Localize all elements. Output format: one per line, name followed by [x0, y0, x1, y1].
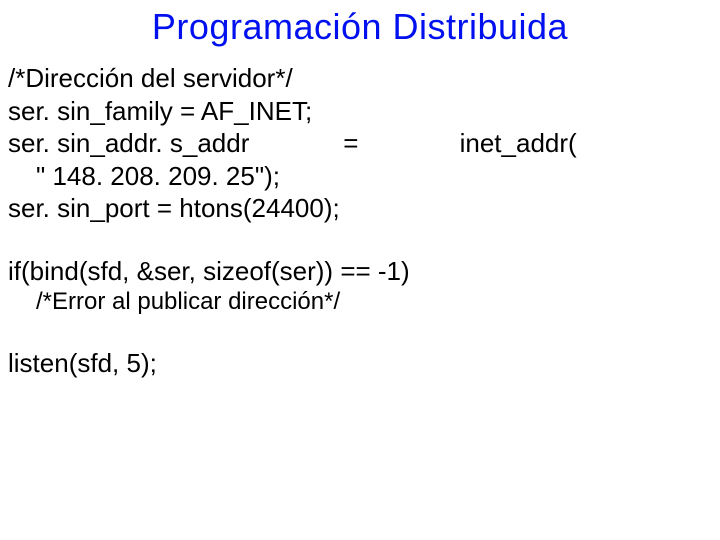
code-line: listen(sfd, 5); [8, 347, 720, 380]
code-line: ser. sin_family = AF_INET; [8, 95, 720, 128]
slide-title: Programación Distribuida [0, 6, 720, 48]
code-line: " 148. 208. 209. 25"); [8, 160, 720, 193]
slide-body: /*Dirección del servidor*/ ser. sin_fami… [8, 62, 720, 380]
blank-line [8, 225, 720, 255]
blank-line [8, 317, 720, 347]
code-line: /*Dirección del servidor*/ [8, 62, 720, 95]
slide: Programación Distribuida /*Dirección del… [0, 0, 720, 540]
code-line: ser. sin_port = htons(24400); [8, 192, 720, 225]
code-line: if(bind(sfd, &ser, sizeof(ser)) == -1) [8, 255, 720, 288]
code-line: /*Error al publicar dirección*/ [8, 287, 720, 317]
code-line: ser. sin_addr. s_addr = inet_addr( [8, 127, 720, 160]
